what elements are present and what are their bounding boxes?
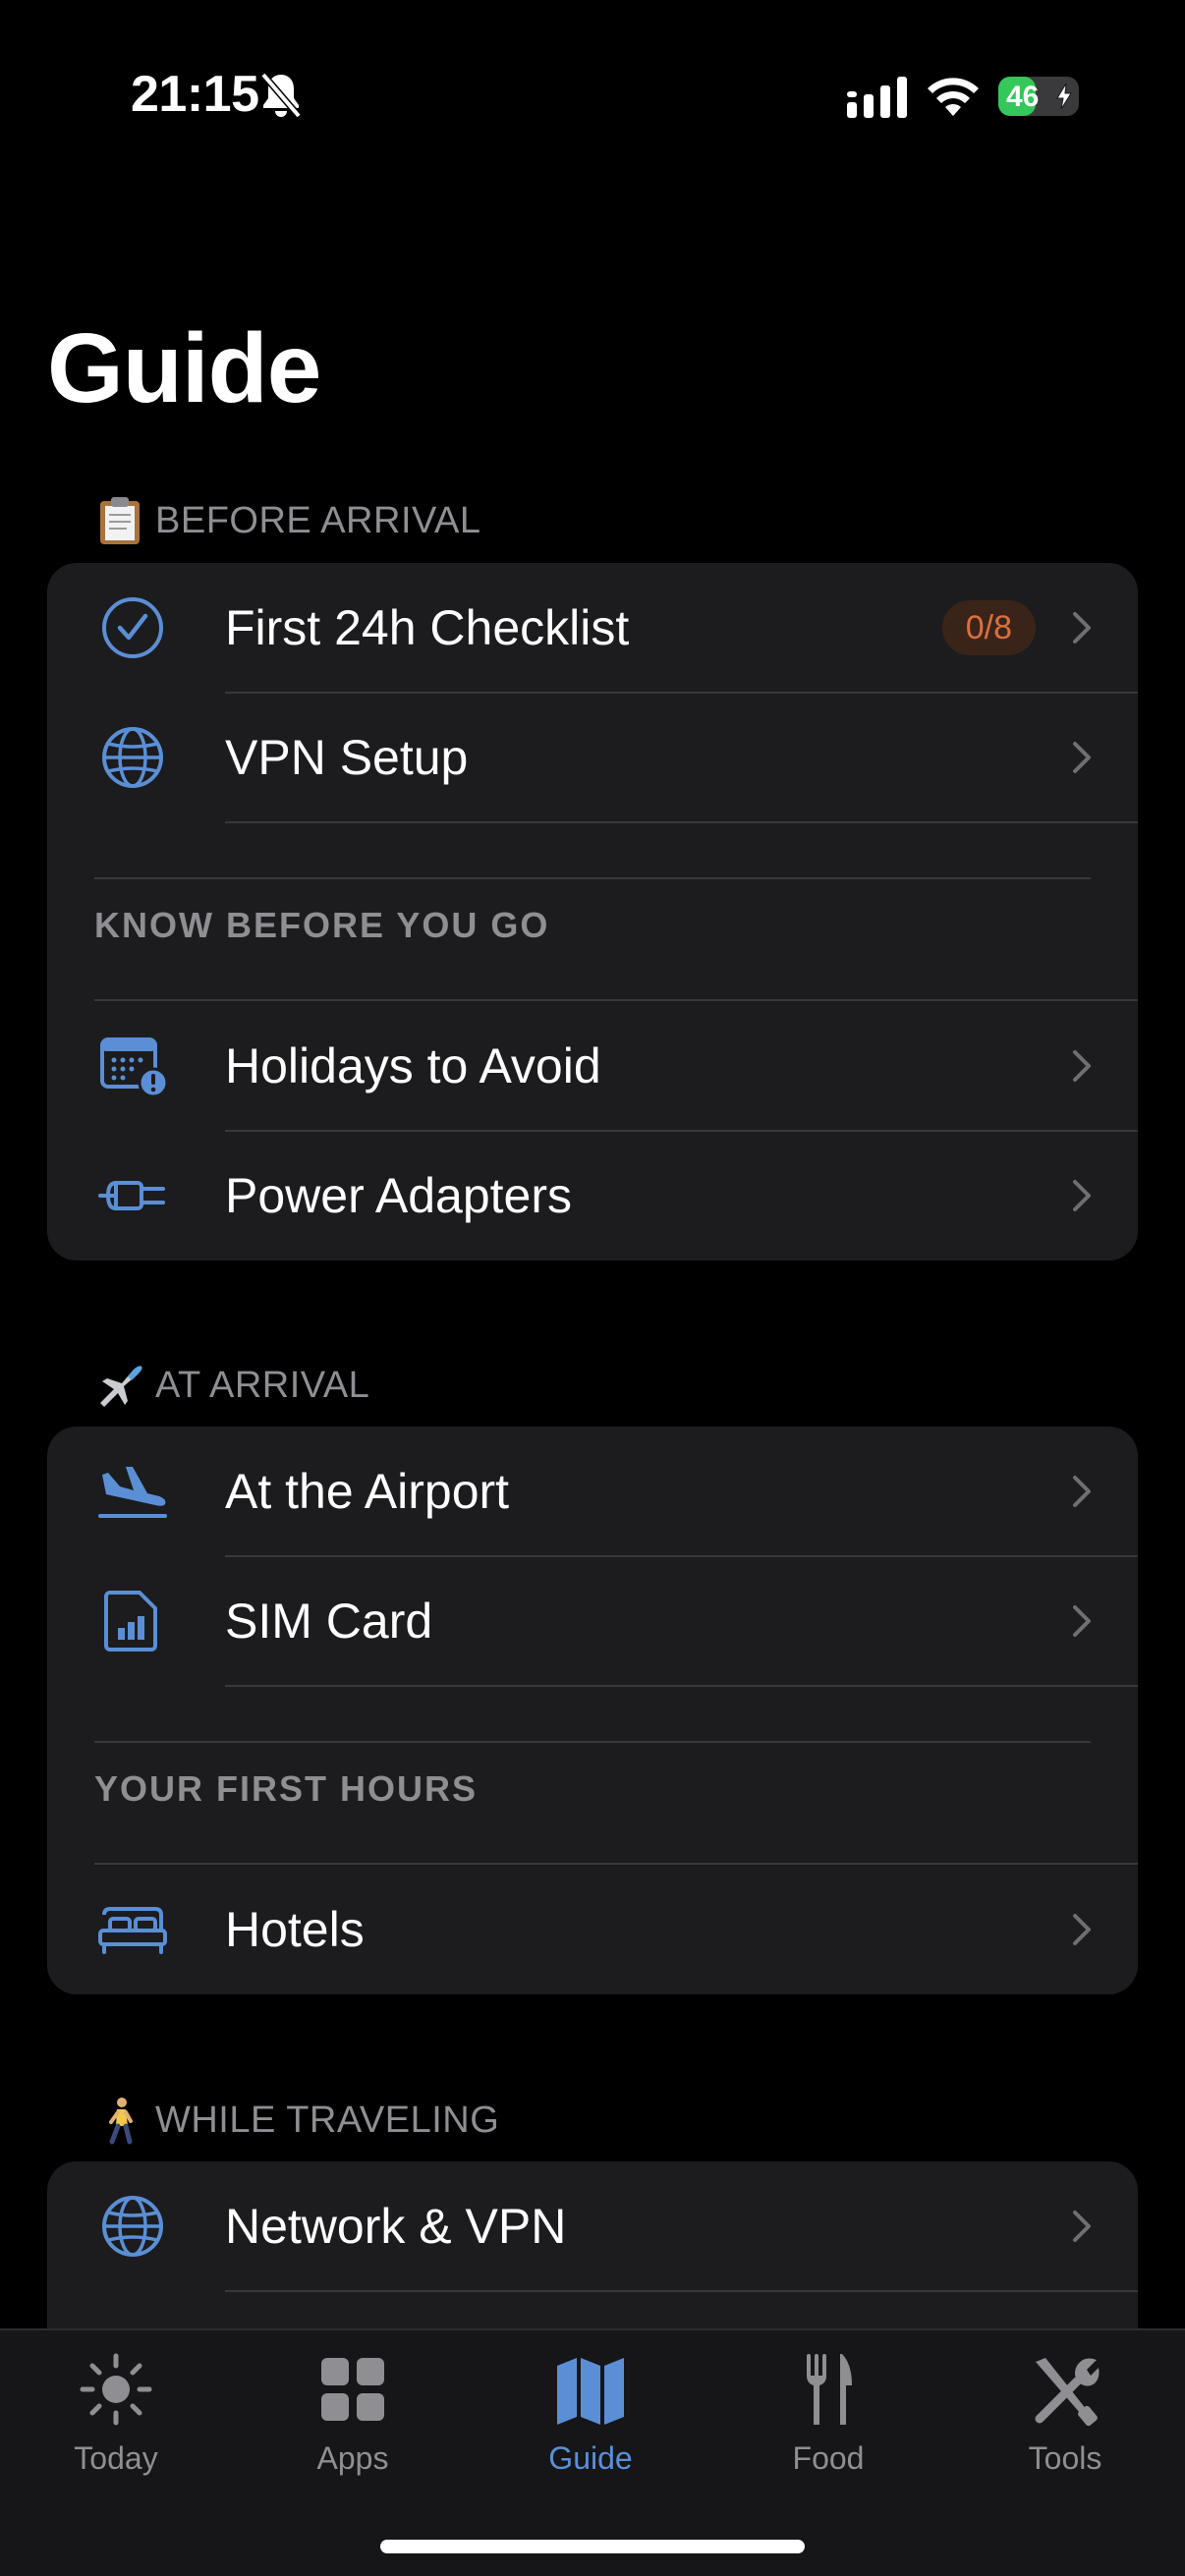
row-label: Network & VPN — [225, 2199, 567, 2254]
section-label: AT ARRIVAL — [155, 1364, 370, 1406]
tab-apps[interactable]: Apps — [254, 2330, 451, 2507]
clipboard-icon — [100, 497, 140, 544]
tab-tools[interactable]: Tools — [967, 2330, 1163, 2507]
tab-label: Today — [74, 2440, 158, 2476]
row-label: Hotels — [225, 1902, 365, 1957]
chevron-right-icon — [1073, 2211, 1091, 2242]
status-time: 21:15 — [131, 66, 259, 123]
apps-grid-icon — [321, 2358, 384, 2421]
battery-indicator: 46 — [998, 77, 1079, 116]
tab-label: Tools — [1028, 2440, 1102, 2476]
status-bar: 21:15 46 — [0, 0, 1185, 196]
wifi-icon — [928, 78, 979, 116]
bell-slash-icon — [260, 72, 302, 119]
group-separator — [94, 877, 1091, 879]
chevron-right-icon — [1073, 1605, 1091, 1637]
subsection-header: YOUR FIRST HOURS — [94, 1768, 479, 1809]
section-header-at-arrival: AT ARRIVAL — [94, 1356, 369, 1415]
cellular-signal-icon — [847, 77, 907, 118]
calendar-alert-icon — [100, 1037, 169, 1098]
fork-knife-icon — [807, 2354, 852, 2425]
list-item-hotels[interactable]: Hotels — [47, 1865, 1138, 1994]
row-separator — [225, 1685, 1138, 1687]
sim-card-icon — [104, 1591, 157, 1652]
map-icon — [557, 2358, 624, 2425]
battery-percent: 46 — [1006, 81, 1040, 113]
list-item-holidays-to-avoid[interactable]: Holidays to Avoid — [47, 1001, 1138, 1131]
charging-bolt-icon — [1056, 84, 1072, 109]
row-label: Power Adapters — [225, 1168, 572, 1223]
plug-icon — [98, 1181, 165, 1210]
row-label: Holidays to Avoid — [225, 1038, 601, 1093]
globe-icon — [102, 2196, 163, 2257]
page-title: Guide — [47, 313, 321, 423]
subsection-header: KNOW BEFORE YOU GO — [94, 905, 550, 945]
card-before-arrival: First 24h Checklist 0/8 VPN Setup KNOW B… — [47, 563, 1138, 1260]
list-item-network-vpn[interactable]: Network & VPN — [47, 2161, 1138, 2291]
section-label: BEFORE ARRIVAL — [155, 499, 481, 541]
checkmark-circle-icon — [102, 597, 163, 658]
home-indicator — [380, 2540, 805, 2553]
list-item-first-24h-checklist[interactable]: First 24h Checklist 0/8 — [47, 563, 1138, 693]
chevron-right-icon — [1073, 1050, 1091, 1082]
row-label: At the Airport — [225, 1464, 510, 1519]
airplane-landing-icon — [98, 1467, 167, 1518]
row-label: VPN Setup — [225, 730, 469, 785]
bed-icon — [98, 1907, 167, 1954]
airplane-icon — [100, 1366, 142, 1407]
tab-guide[interactable]: Guide — [492, 2330, 689, 2507]
section-header-while-traveling: WHILE TRAVELING — [94, 2091, 499, 2150]
list-item-at-the-airport[interactable]: At the Airport — [47, 1427, 1138, 1556]
chevron-right-icon — [1073, 1476, 1091, 1507]
list-item-sim-card[interactable]: SIM Card — [47, 1556, 1138, 1686]
chevron-right-icon — [1073, 1914, 1091, 1945]
tab-label: Apps — [316, 2440, 389, 2476]
chevron-right-icon — [1073, 742, 1091, 773]
list-item-power-adapters[interactable]: Power Adapters — [47, 1131, 1138, 1260]
walking-person-icon — [109, 2098, 133, 2145]
row-separator — [225, 821, 1138, 823]
row-label: First 24h Checklist — [225, 600, 630, 655]
chevron-right-icon — [1073, 612, 1091, 644]
tab-today[interactable]: Today — [18, 2330, 214, 2507]
progress-badge: 0/8 — [941, 600, 1036, 655]
tools-icon — [1035, 2358, 1100, 2427]
guide-screen: 21:15 46 Guide BEFORE ARRIVAL First 24h … — [0, 0, 1185, 2576]
row-separator — [225, 2290, 1138, 2292]
globe-icon — [102, 727, 163, 788]
group-separator — [94, 1741, 1091, 1743]
card-at-arrival: At the Airport SIM Card YOUR FIRST HOURS — [47, 1427, 1138, 1994]
tab-label: Food — [792, 2440, 865, 2476]
section-header-before-arrival: BEFORE ARRIVAL — [94, 491, 481, 550]
row-label: SIM Card — [225, 1594, 433, 1649]
tab-label: Guide — [548, 2440, 633, 2476]
list-item-vpn-setup[interactable]: VPN Setup — [47, 693, 1138, 822]
tab-food[interactable]: Food — [730, 2330, 927, 2507]
chevron-right-icon — [1073, 1180, 1091, 1211]
section-label: WHILE TRAVELING — [155, 2099, 500, 2141]
sun-icon — [80, 2353, 152, 2426]
